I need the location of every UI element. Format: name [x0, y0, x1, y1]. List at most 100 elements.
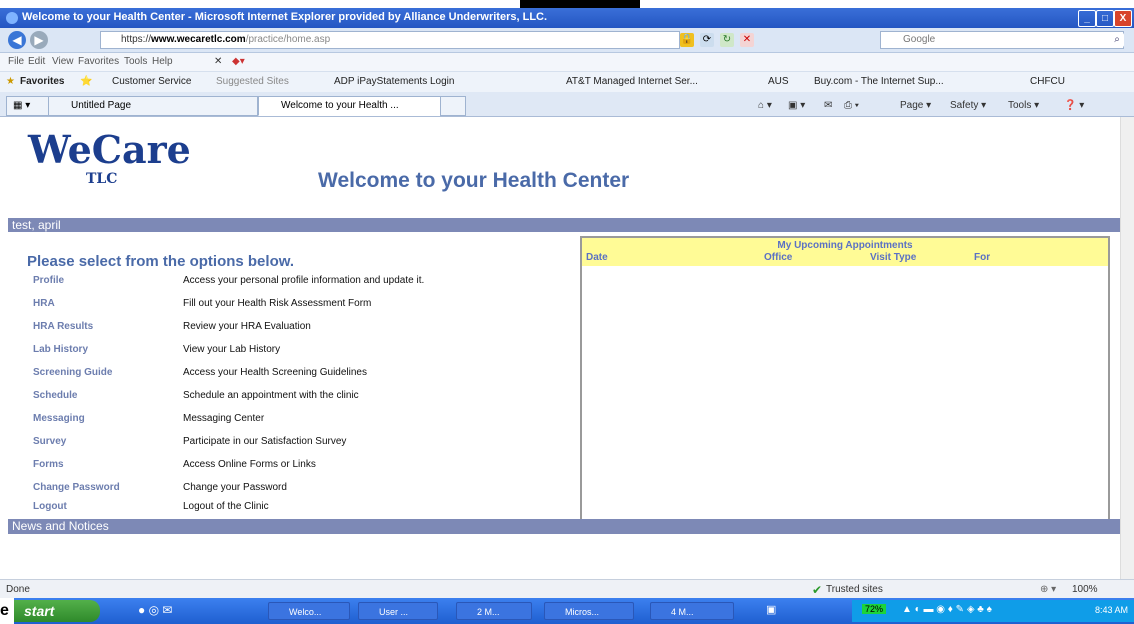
search-icon[interactable]: ⌕ [1110, 33, 1124, 47]
menu-edit[interactable]: Edit [28, 56, 45, 67]
option-row: Schedule Schedule an appointment with the… [33, 388, 573, 410]
print-icon[interactable]: ⎙ ▾ [844, 100, 859, 111]
status-bar: Done ✔ Trusted sites ⊕ ▾ 100% [0, 579, 1134, 599]
close-button[interactable]: X [1114, 10, 1132, 27]
title-bar: Welcome to your Health Center - Microsof… [0, 8, 1134, 28]
tray-icons[interactable]: ▲ ◐ ▬ ◉ ♦ ✎ ◈ ♣ ♠ [902, 604, 992, 615]
start-button[interactable]: start [14, 600, 100, 622]
page-menu[interactable]: Page ▾ [900, 100, 931, 111]
fav-item-aus[interactable]: AUS [768, 76, 789, 87]
option-row: HRA Fill out your Health Risk Assessment … [33, 296, 573, 318]
logo-care: Care [91, 127, 191, 172]
appointments-title: My Upcoming Appointments [777, 240, 913, 251]
option-link-hra[interactable]: HRA [33, 298, 55, 309]
maximize-button[interactable]: □ [1096, 10, 1114, 27]
task-4m[interactable]: 4 M... [650, 602, 734, 620]
option-desc: Review your HRA Evaluation [183, 321, 311, 332]
lock-icon[interactable]: 🔒 [680, 33, 694, 47]
toolbar-x-icon[interactable]: ✕ [214, 56, 222, 67]
forward-icon[interactable]: ▶ [30, 31, 48, 49]
safety-menu-label: Safety [950, 100, 979, 111]
news-bar: News and Notices [8, 519, 1120, 534]
address-bar-row: ◀ ▶ https://www.wecaretlc.com/practice/h… [0, 28, 1134, 53]
option-row: Profile Access your personal profile info… [33, 273, 573, 295]
zone-label[interactable]: Trusted sites [826, 584, 883, 595]
option-desc: Access your personal profile information… [183, 275, 425, 286]
menu-view[interactable]: View [52, 56, 74, 67]
toolbar-addon-icon[interactable]: ◆▾ [232, 56, 245, 67]
menu-file[interactable]: File [8, 56, 24, 67]
task-user[interactable]: User ... [358, 602, 438, 620]
tools-menu-label: Tools [1008, 100, 1032, 111]
menu-favorites[interactable]: Favorites [78, 56, 119, 67]
stop-icon[interactable]: ✕ [740, 33, 754, 47]
tab-untitled-page[interactable]: Untitled Page [48, 96, 258, 116]
url-path: /practice/home.asp [245, 34, 331, 45]
option-link-logout[interactable]: Logout [33, 501, 67, 512]
task-microsoft[interactable]: Micros... [544, 602, 634, 620]
vertical-scrollbar[interactable] [1120, 117, 1134, 579]
protected-mode-icon[interactable]: ⊕ ▾ [1040, 584, 1056, 595]
fav-item-customer-service[interactable]: Customer Service [112, 76, 191, 87]
option-desc: Fill out your Health Risk Assessment For… [183, 298, 372, 309]
option-link-change-password[interactable]: Change Password [33, 482, 120, 493]
url-scheme: https:// [121, 34, 152, 45]
zoom-level[interactable]: 100% [1072, 584, 1098, 595]
back-icon[interactable]: ◀ [8, 31, 26, 49]
menu-tools[interactable]: Tools [124, 56, 147, 67]
wecare-logo: WeCare TLC [28, 127, 191, 187]
feeds-icon[interactable]: ▣ ▾ [788, 100, 805, 111]
option-row: Screening Guide Access your Health Screen… [33, 365, 573, 387]
appointments-panel: My Upcoming Appointments Date Office Vis… [580, 236, 1110, 522]
option-link-lab-history[interactable]: Lab History [33, 344, 88, 355]
option-desc: Participate in our Satisfaction Survey [183, 436, 347, 447]
fav-item-suggested-sites[interactable]: Suggested Sites [216, 76, 289, 87]
favorites-star-icon: ★ [6, 76, 15, 87]
option-link-survey[interactable]: Survey [33, 436, 66, 447]
user-bar: test, april [8, 218, 1120, 232]
favorites-bar: ★ Favorites ⭐ Customer Service Suggested… [0, 71, 1134, 92]
task-mail[interactable]: 2 M... [456, 602, 532, 620]
option-link-screening-guide[interactable]: Screening Guide [33, 367, 112, 378]
quick-tabs-button[interactable]: ▦ ▾ [6, 96, 54, 116]
search-input[interactable]: Google [880, 31, 1124, 49]
option-row: Survey Participate in our Satisfaction Su… [33, 434, 573, 456]
fav-item-adp[interactable]: ADP iPayStatements Login [334, 76, 454, 87]
minimize-button[interactable]: _ [1078, 10, 1096, 27]
taskbar: start ● ◎ ✉ Welco... User ... 2 M... Mic… [0, 598, 1134, 624]
battery-percent[interactable]: 72% [862, 604, 887, 614]
url-domain: www.wecaretlc.com [151, 34, 246, 45]
tab-welcome[interactable]: Welcome to your Health ... [258, 96, 462, 116]
col-date: Date [586, 252, 608, 263]
address-input[interactable]: https://www.wecaretlc.com/practice/home.… [100, 31, 680, 49]
tab-bar: ▦ ▾ Untitled Page Welcome to your Health… [0, 92, 1134, 117]
compat-icon[interactable]: ⟳ [700, 33, 714, 47]
option-link-forms[interactable]: Forms [33, 459, 64, 470]
task-ie[interactable]: Welco... [268, 602, 350, 620]
option-link-schedule[interactable]: Schedule [33, 390, 77, 401]
menu-help[interactable]: Help [152, 56, 173, 67]
mail-icon[interactable]: ✉ [824, 100, 832, 111]
fav-item-att[interactable]: AT&T Managed Internet Ser... [566, 76, 698, 87]
refresh-icon[interactable]: ↻ [720, 33, 734, 47]
fav-item-buy[interactable]: Buy.com - The Internet Sup... [814, 76, 944, 87]
home-icon[interactable]: ⌂ ▾ [758, 100, 772, 111]
clock: 8:43 AM [1094, 605, 1128, 615]
help-icon[interactable]: ❓ ▾ [1064, 100, 1084, 111]
quick-launch-icons[interactable]: ● ◎ ✉ [138, 603, 172, 617]
fav-item-chfcu[interactable]: CHFCU [1030, 76, 1065, 87]
favorites-label[interactable]: Favorites [20, 76, 64, 87]
black-tab [520, 0, 640, 8]
option-link-profile[interactable]: Profile [33, 275, 64, 286]
option-link-messaging[interactable]: Messaging [33, 413, 85, 424]
start-label: start [24, 603, 55, 619]
add-favorite-icon[interactable]: ⭐ [80, 76, 92, 87]
tools-menu[interactable]: Tools ▾ [1008, 100, 1039, 111]
new-tab-button[interactable] [440, 96, 466, 116]
option-desc: Logout of the Clinic [183, 501, 269, 512]
option-row: Forms Access Online Forms or Links [33, 457, 573, 479]
safety-menu[interactable]: Safety ▾ [950, 100, 986, 111]
option-link-hra-results[interactable]: HRA Results [33, 321, 93, 332]
col-for: For [974, 252, 991, 263]
desktop-icon[interactable]: ▣ [766, 603, 776, 616]
